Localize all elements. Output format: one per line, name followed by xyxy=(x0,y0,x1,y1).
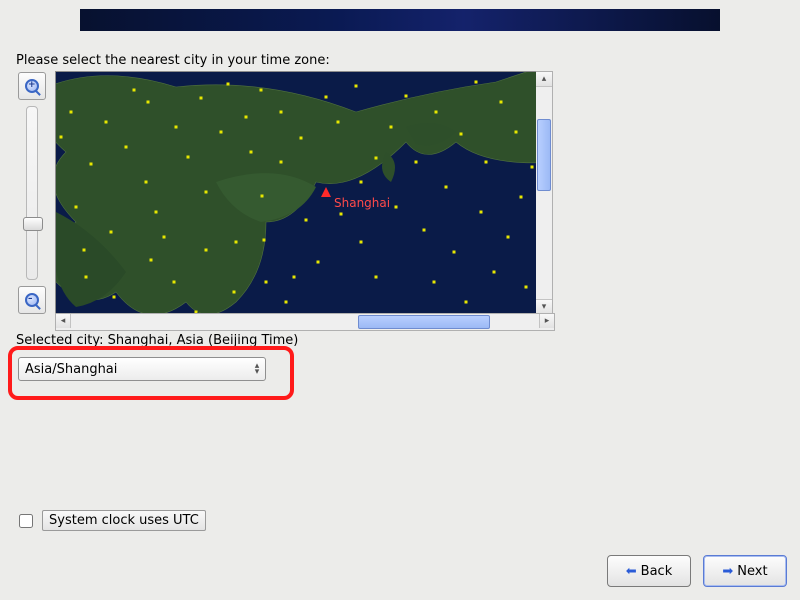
horizontal-scroll-thumb[interactable] xyxy=(358,315,490,329)
zoom-control: + – xyxy=(18,72,46,312)
zoom-out-button[interactable]: – xyxy=(18,286,46,314)
next-button[interactable]: ➡ Next xyxy=(703,555,787,587)
selected-city-label: Selected city: Shanghai, Asia (Beijing T… xyxy=(16,333,298,348)
arrow-left-icon: ⬅ xyxy=(626,564,637,579)
utc-label[interactable]: System clock uses UTC xyxy=(42,510,206,531)
arrow-right-icon: ➡ xyxy=(722,564,733,579)
map-vertical-scrollbar[interactable]: ▴ ▾ xyxy=(536,71,553,315)
scroll-left-arrow-icon[interactable]: ◂ xyxy=(56,314,71,328)
back-button[interactable]: ⬅ Back xyxy=(607,555,691,587)
timezone-map[interactable]: Shanghai xyxy=(55,71,537,314)
vertical-scroll-thumb[interactable] xyxy=(537,119,551,191)
zoom-in-button[interactable]: + xyxy=(18,72,46,100)
header-banner xyxy=(80,9,720,31)
timezone-select[interactable]: Asia/Shanghai ▴▾ xyxy=(18,357,266,381)
instruction-text: Please select the nearest city in your t… xyxy=(16,53,330,68)
next-button-label: Next xyxy=(737,564,767,579)
utc-checkbox[interactable] xyxy=(19,514,33,528)
back-button-label: Back xyxy=(641,564,673,579)
map-horizontal-scrollbar[interactable]: ◂ ▸ xyxy=(55,313,555,331)
zoom-slider-track[interactable] xyxy=(26,106,38,280)
svg-text:Shanghai: Shanghai xyxy=(334,196,390,210)
scroll-right-arrow-icon[interactable]: ▸ xyxy=(539,314,554,328)
magnifier-plus-icon: + xyxy=(25,79,39,93)
scroll-down-arrow-icon[interactable]: ▾ xyxy=(536,299,552,314)
timezone-select-value: Asia/Shanghai xyxy=(25,362,117,377)
magnifier-minus-icon: – xyxy=(25,293,39,307)
scroll-up-arrow-icon[interactable]: ▴ xyxy=(536,72,552,87)
zoom-slider-handle[interactable] xyxy=(23,217,43,231)
combo-spinner-icon: ▴▾ xyxy=(249,363,265,375)
